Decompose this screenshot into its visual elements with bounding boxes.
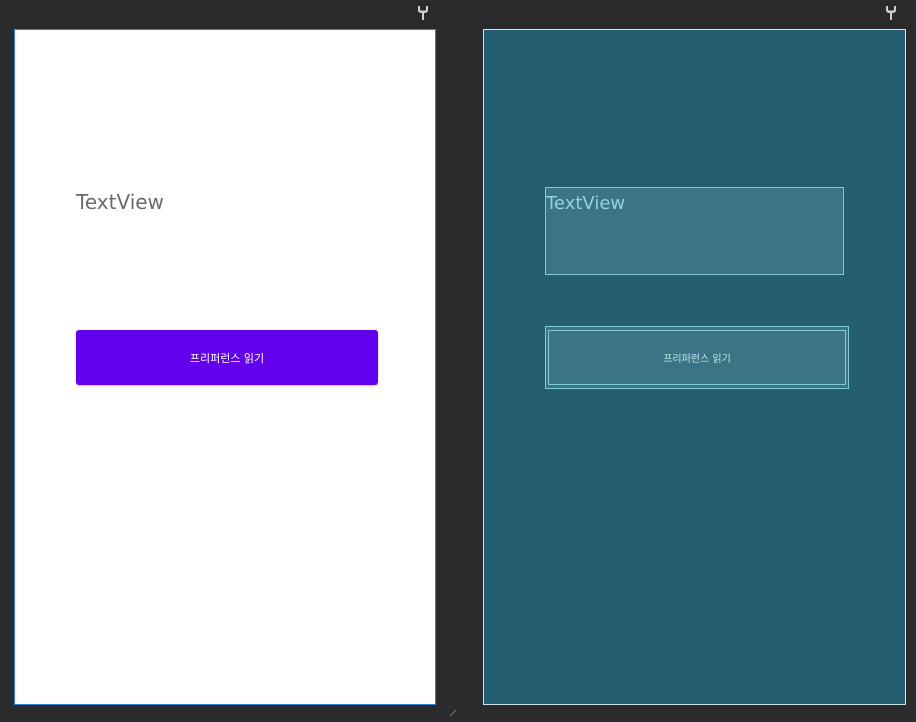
resize-handle[interactable] — [449, 704, 457, 717]
read-preferences-button[interactable]: 프리퍼런스 읽기 — [76, 330, 378, 385]
design-surface[interactable]: TextView 프리퍼런스 읽기 — [14, 29, 436, 705]
wrench-icon[interactable] — [884, 5, 898, 21]
blueprint-textview-label: TextView — [546, 193, 626, 214]
wrench-icon[interactable] — [416, 5, 430, 21]
blueprint-button-label: 프리퍼런스 읽기 — [548, 330, 846, 385]
blueprint-read-preferences-button[interactable]: 프리퍼런스 읽기 — [545, 326, 849, 389]
blueprint-surface[interactable]: TextView 프리퍼런스 읽기 — [483, 29, 906, 705]
textview[interactable]: TextView — [76, 190, 164, 214]
blueprint-textview[interactable]: TextView — [545, 187, 844, 275]
